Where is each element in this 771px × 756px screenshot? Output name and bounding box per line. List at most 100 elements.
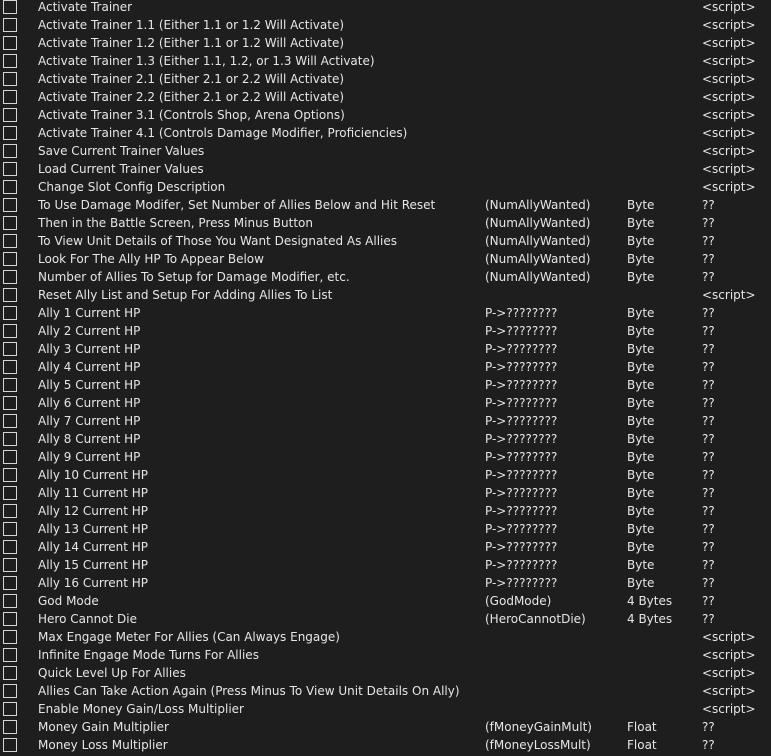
value-cell[interactable]: <script>	[702, 34, 756, 52]
description-cell[interactable]: Ally 7 Current HP	[38, 412, 140, 430]
description-cell[interactable]: Ally 10 Current HP	[38, 466, 148, 484]
address-cell[interactable]: P->????????	[485, 466, 557, 484]
value-cell[interactable]: <script>	[702, 646, 756, 664]
active-checkbox[interactable]	[3, 666, 17, 680]
value-cell[interactable]: ??	[702, 196, 715, 214]
value-cell[interactable]: ??	[702, 214, 715, 232]
table-row[interactable]: Ally 13 Current HP P->???????? Byte??	[0, 520, 771, 538]
value-cell[interactable]: ??	[702, 592, 715, 610]
description-cell[interactable]: Activate Trainer 4.1 (Controls Damage Mo…	[38, 124, 407, 142]
value-cell[interactable]: ??	[702, 304, 715, 322]
description-cell[interactable]: Load Current Trainer Values	[38, 160, 204, 178]
description-cell[interactable]: Ally 5 Current HP	[38, 376, 140, 394]
address-cell[interactable]: (fMoneyGainMult)	[485, 718, 592, 736]
active-checkbox[interactable]	[3, 72, 17, 86]
description-cell[interactable]: Ally 3 Current HP	[38, 340, 140, 358]
address-cell[interactable]: P->????????	[485, 484, 557, 502]
table-row[interactable]: Activate Trainer 1.2 (Either 1.1 or 1.2 …	[0, 34, 771, 52]
active-checkbox[interactable]	[3, 0, 17, 14]
table-row[interactable]: Max Engage Meter For Allies (Can Always …	[0, 628, 771, 646]
description-cell[interactable]: Number of Allies To Setup for Damage Mod…	[38, 268, 350, 286]
description-cell[interactable]: To Use Damage Modifer, Set Number of All…	[38, 196, 435, 214]
value-cell[interactable]: ??	[702, 736, 715, 754]
active-checkbox[interactable]	[3, 612, 17, 626]
description-cell[interactable]: Ally 6 Current HP	[38, 394, 140, 412]
table-row[interactable]: Ally 8 Current HP P->???????? Byte??	[0, 430, 771, 448]
type-cell[interactable]: Byte	[627, 304, 654, 322]
description-cell[interactable]: Money Gain Multiplier	[38, 718, 169, 736]
table-row[interactable]: Enable Money Gain/Loss Multiplier <script…	[0, 700, 771, 718]
value-cell[interactable]: <script>	[702, 0, 756, 16]
description-cell[interactable]: Ally 12 Current HP	[38, 502, 148, 520]
value-cell[interactable]: ??	[702, 322, 715, 340]
table-row[interactable]: Allies Can Take Action Again (Press Minu…	[0, 682, 771, 700]
description-cell[interactable]: Money Loss Multiplier	[38, 736, 168, 754]
value-cell[interactable]: <script>	[702, 286, 756, 304]
table-row[interactable]: Activate Trainer 2.2 (Either 2.1 or 2.2 …	[0, 88, 771, 106]
description-cell[interactable]: Ally 11 Current HP	[38, 484, 148, 502]
type-cell[interactable]: Byte	[627, 376, 654, 394]
value-cell[interactable]: ??	[702, 484, 715, 502]
description-cell[interactable]: Activate Trainer	[38, 0, 132, 16]
active-checkbox[interactable]	[3, 180, 17, 194]
active-checkbox[interactable]	[3, 108, 17, 122]
address-cell[interactable]: (NumAllyWanted)	[485, 214, 590, 232]
description-cell[interactable]: Then in the Battle Screen, Press Minus B…	[38, 214, 313, 232]
description-cell[interactable]: Ally 15 Current HP	[38, 556, 148, 574]
value-cell[interactable]: ??	[702, 232, 715, 250]
table-row[interactable]: To Use Damage Modifer, Set Number of All…	[0, 196, 771, 214]
table-row[interactable]: Money Loss Multiplier (fMoneyLossMult) Flo…	[0, 736, 771, 754]
table-row[interactable]: Ally 15 Current HP P->???????? Byte??	[0, 556, 771, 574]
description-cell[interactable]: Activate Trainer 1.1 (Either 1.1 or 1.2 …	[38, 16, 344, 34]
active-checkbox[interactable]	[3, 288, 17, 302]
value-cell[interactable]: <script>	[702, 664, 756, 682]
value-cell[interactable]: ??	[702, 556, 715, 574]
type-cell[interactable]: Byte	[627, 394, 654, 412]
type-cell[interactable]: Byte	[627, 466, 654, 484]
table-row[interactable]: Ally 6 Current HP P->???????? Byte??	[0, 394, 771, 412]
description-cell[interactable]: Infinite Engage Mode Turns For Allies	[38, 646, 259, 664]
value-cell[interactable]: <script>	[702, 52, 756, 70]
type-cell[interactable]: Byte	[627, 196, 654, 214]
value-cell[interactable]: <script>	[702, 142, 756, 160]
address-cell[interactable]: P->????????	[485, 376, 557, 394]
active-checkbox[interactable]	[3, 216, 17, 230]
description-cell[interactable]: Activate Trainer 2.1 (Either 2.1 or 2.2 …	[38, 70, 344, 88]
active-checkbox[interactable]	[3, 18, 17, 32]
value-cell[interactable]: <script>	[702, 700, 756, 718]
type-cell[interactable]: Byte	[627, 214, 654, 232]
table-row[interactable]: Activate Trainer 4.1 (Controls Damage Mo…	[0, 124, 771, 142]
table-row[interactable]: Ally 9 Current HP P->???????? Byte??	[0, 448, 771, 466]
value-cell[interactable]: ??	[702, 466, 715, 484]
table-row[interactable]: Infinite Engage Mode Turns For Allies <sc…	[0, 646, 771, 664]
type-cell[interactable]: Byte	[627, 556, 654, 574]
active-checkbox[interactable]	[3, 720, 17, 734]
address-cell[interactable]: P->????????	[485, 304, 557, 322]
type-cell[interactable]: 4 Bytes	[627, 610, 672, 628]
type-cell[interactable]: Byte	[627, 520, 654, 538]
active-checkbox[interactable]	[3, 504, 17, 518]
type-cell[interactable]: Byte	[627, 250, 654, 268]
active-checkbox[interactable]	[3, 198, 17, 212]
value-cell[interactable]: ??	[702, 340, 715, 358]
address-cell[interactable]: (HeroCannotDie)	[485, 610, 586, 628]
description-cell[interactable]: Enable Money Gain/Loss Multiplier	[38, 700, 244, 718]
address-cell[interactable]: P->????????	[485, 412, 557, 430]
type-cell[interactable]: Byte	[627, 412, 654, 430]
table-row[interactable]: Ally 4 Current HP P->???????? Byte??	[0, 358, 771, 376]
address-cell[interactable]: P->????????	[485, 556, 557, 574]
value-cell[interactable]: ??	[702, 250, 715, 268]
table-row[interactable]: Hero Cannot Die (HeroCannotDie) 4 Bytes??	[0, 610, 771, 628]
description-cell[interactable]: Activate Trainer 1.3 (Either 1.1, 1.2, o…	[38, 52, 375, 70]
address-cell[interactable]: P->????????	[485, 394, 557, 412]
type-cell[interactable]: Byte	[627, 574, 654, 592]
type-cell[interactable]: 4 Bytes	[627, 592, 672, 610]
value-cell[interactable]: <script>	[702, 88, 756, 106]
description-cell[interactable]: Change Slot Config Description	[38, 178, 225, 196]
table-row[interactable]: Save Current Trainer Values <script>	[0, 142, 771, 160]
active-checkbox[interactable]	[3, 90, 17, 104]
description-cell[interactable]: Look For The Ally HP To Appear Below	[38, 250, 264, 268]
active-checkbox[interactable]	[3, 378, 17, 392]
address-cell[interactable]: P->????????	[485, 520, 557, 538]
value-cell[interactable]: <script>	[702, 628, 756, 646]
